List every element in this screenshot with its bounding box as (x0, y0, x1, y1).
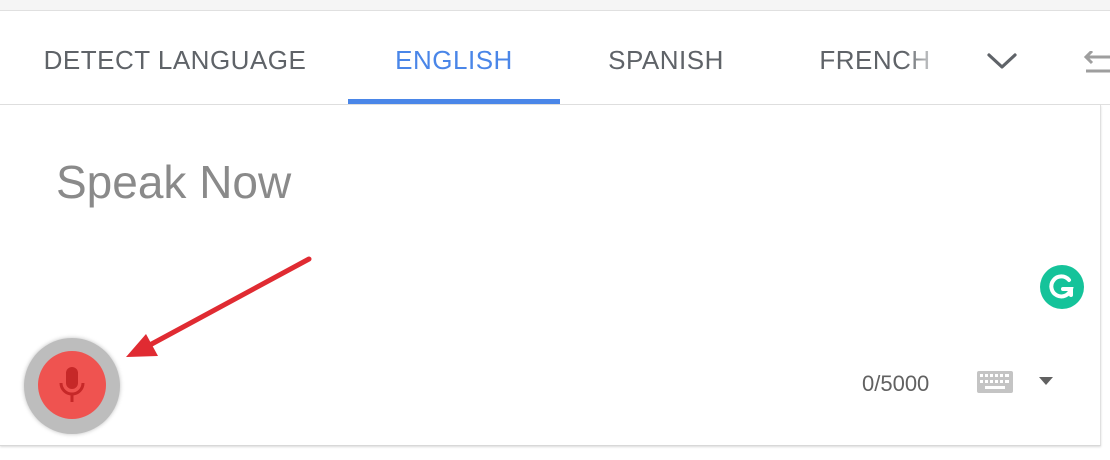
tab-overflow-fade (905, 11, 945, 104)
microphone-icon (59, 367, 85, 402)
tab-english[interactable]: ENGLISH (348, 11, 560, 104)
swap-languages-icon[interactable] (1078, 49, 1110, 86)
microphone-button[interactable] (38, 351, 106, 419)
tab-label: SPANISH (608, 45, 724, 75)
chevron-down-icon[interactable] (985, 51, 1019, 76)
source-text-panel[interactable]: Speak Now 0/5000 (0, 105, 1101, 446)
tab-detect-language[interactable]: DETECT LANGUAGE (28, 11, 322, 104)
character-count: 0/5000 (862, 371, 930, 396)
tab-label: ENGLISH (395, 45, 513, 75)
speak-now-placeholder: Speak Now (56, 156, 292, 208)
tab-spanish[interactable]: SPANISH (590, 11, 742, 104)
source-language-bar: DETECT LANGUAGE ENGLISH SPANISH FRENCH (0, 11, 1110, 105)
grammarly-icon[interactable] (1040, 265, 1084, 309)
tab-label: DETECT LANGUAGE (43, 45, 307, 75)
caret-down-icon[interactable] (1038, 373, 1054, 391)
active-tab-indicator (348, 99, 560, 104)
keyboard-icon[interactable] (977, 371, 1013, 398)
top-strip (0, 0, 1110, 11)
